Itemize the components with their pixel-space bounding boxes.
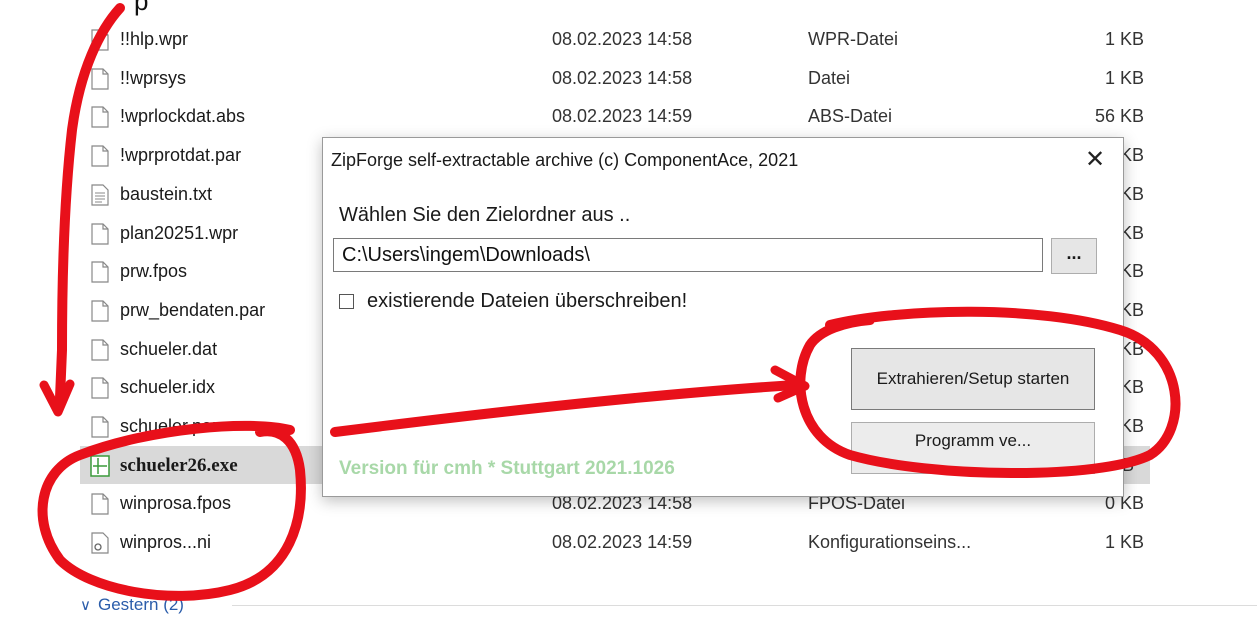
file-name: schueler26.exe — [120, 454, 238, 476]
file-row[interactable]: !!wprsys 08.02.2023 14:58 Datei 1 KB — [80, 59, 1160, 97]
extract-start-button[interactable]: Extrahieren/Setup starten — [851, 348, 1095, 410]
file-name: !!wprsys — [120, 67, 187, 88]
file-name: baustein.txt — [120, 183, 213, 204]
file-name: schueler.dat — [120, 338, 218, 359]
group-label: Gestern (2) — [98, 595, 184, 614]
file-icon — [90, 261, 110, 283]
file-icon — [90, 106, 110, 128]
file-name: prw_bendaten.par — [120, 299, 266, 320]
file-date: 08.02.2023 14:59 — [552, 532, 693, 553]
file-size: 1 KB — [1104, 532, 1144, 553]
file-name: !wprlockdat.abs — [120, 106, 246, 127]
file-type: WPR-Datei — [808, 29, 899, 49]
overwrite-label: existierende Dateien überschreiben! — [367, 290, 688, 312]
file-name: prw.fpos — [120, 261, 188, 282]
file-row[interactable]: !wprlockdat.abs 08.02.2023 14:59 ABS-Datei… — [80, 97, 1160, 135]
close-icon[interactable]: ✕ — [1081, 146, 1109, 174]
file-icon — [90, 416, 110, 438]
chevron-down-icon: ∨ — [80, 597, 91, 614]
version-text: Version für cmh * Stuttgart 2021.1026 — [339, 458, 675, 479]
file-icon — [90, 300, 110, 322]
file-icon — [90, 29, 110, 51]
file-name: plan20251.wpr — [120, 222, 239, 243]
file-size: 1 KB — [1104, 29, 1144, 49]
file-row[interactable]: winpros...ni 08.02.2023 14:59 Konfiguratio… — [80, 523, 1160, 561]
browse-button[interactable]: ... — [1051, 238, 1097, 274]
file-icon — [90, 145, 110, 167]
exe-icon — [90, 454, 110, 477]
file-name: !wprprotdat.par — [120, 145, 242, 166]
file-icon — [90, 493, 110, 515]
group-header-gestern[interactable]: ∨ Gestern (2) — [80, 594, 1257, 616]
file-type: Konfigurationseins... — [808, 532, 972, 553]
file-size: 1 KB — [1104, 67, 1144, 88]
config-file-icon — [90, 532, 110, 554]
file-date: 08.02.2023 14:59 — [552, 106, 693, 127]
group-divider — [232, 605, 1257, 606]
text-file-icon — [90, 184, 110, 206]
file-date: 08.02.2023 14:58 — [552, 29, 693, 49]
overwrite-checkbox[interactable] — [339, 294, 354, 309]
file-type: Datei — [808, 67, 851, 88]
file-date: 08.02.2023 14:58 — [552, 67, 693, 88]
file-size: 56 KB — [1094, 106, 1144, 127]
file-name: winprosa.fpos — [120, 493, 232, 514]
cancel-program-button[interactable]: Programm ve... — [851, 422, 1095, 474]
file-icon — [90, 222, 110, 245]
extract-dialog: ZipForge self-extractable archive (c) Co… — [322, 137, 1124, 497]
file-row[interactable]: !!hlp.wpr 08.02.2023 14:58 WPR-Datei 1 KB — [80, 20, 1160, 58]
file-name: winpros...ni — [120, 532, 212, 553]
file-icon — [90, 68, 110, 90]
file-name: !!hlp.wpr — [120, 29, 189, 49]
file-icon — [90, 377, 110, 399]
folder-prompt: Wählen Sie den Zielordner aus .. — [339, 204, 631, 226]
target-folder-input[interactable] — [333, 238, 1043, 272]
file-icon — [90, 338, 110, 361]
file-name: schueler.idx — [120, 377, 216, 398]
dialog-title: ZipForge self-extractable archive (c) Co… — [331, 150, 799, 170]
file-name: schueler.par — [120, 416, 219, 436]
file-type: ABS-Datei — [808, 106, 893, 127]
